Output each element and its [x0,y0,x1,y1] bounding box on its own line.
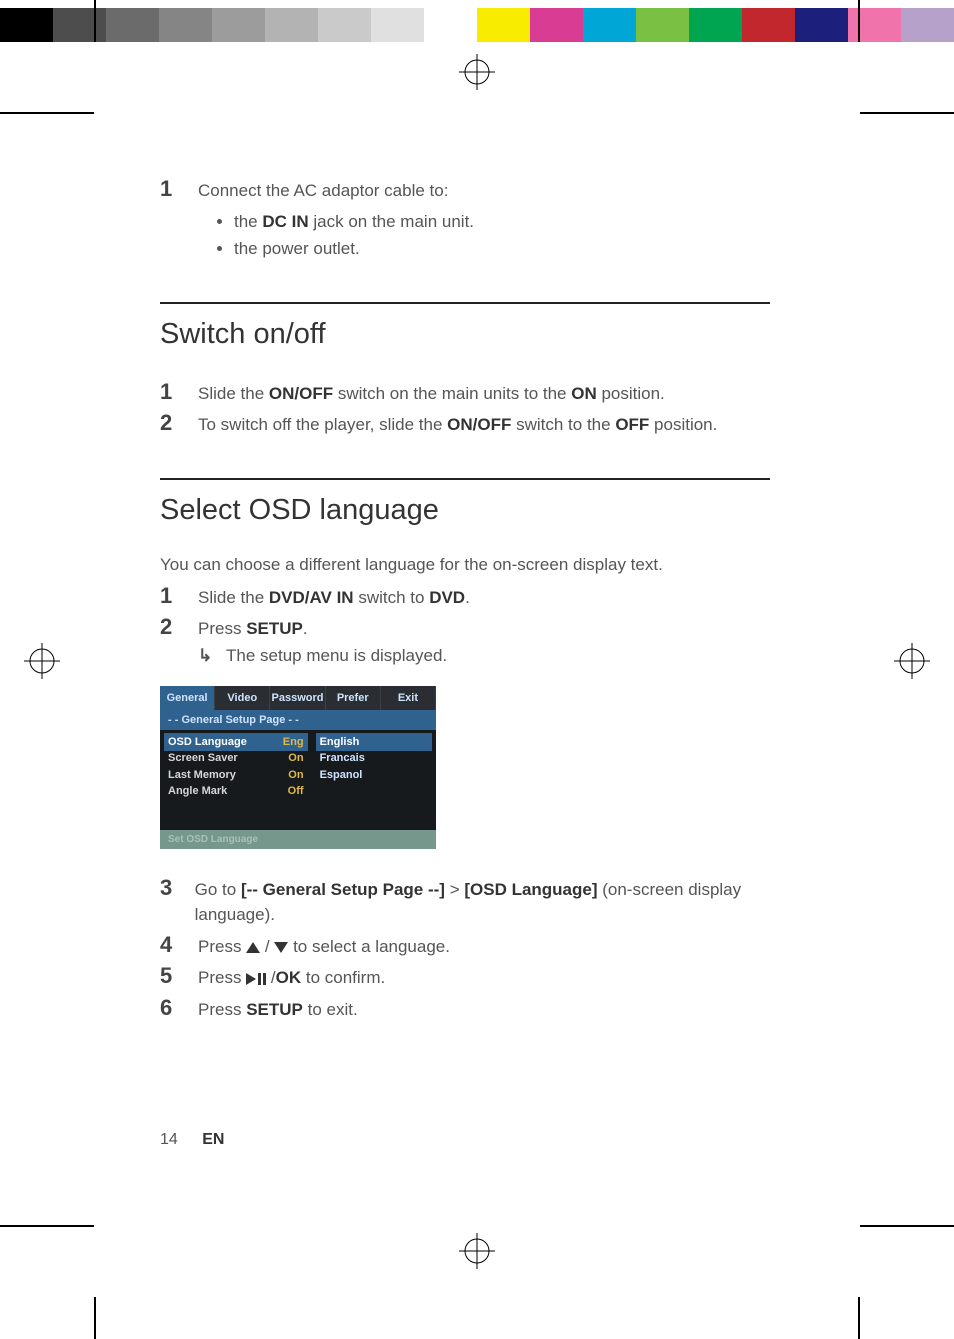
color-swatch [53,8,106,42]
result-arrow-icon: ↳ [198,646,226,666]
step-number: 5 [160,963,198,989]
color-swatch [106,8,159,42]
step-6: 6 Press SETUP to exit. [160,995,770,1023]
osd-tabs: GeneralVideoPasswordPreferExit [160,686,436,710]
color-swatch [159,8,212,42]
step-text: Press SETUP. [198,616,308,642]
osd-body: OSD LanguageEngScreen SaverOnLast Memory… [160,730,436,830]
crop-mark [94,1297,96,1339]
color-swatch [212,8,265,42]
section-intro: You can choose a different language for … [160,555,770,575]
step-number: 2 [160,614,198,640]
osd-tab: Prefer [326,686,381,710]
osd-setting-row: Angle MarkOff [168,783,304,800]
color-swatch [848,8,901,42]
osd-screenshot: GeneralVideoPasswordPreferExit - - Gener… [160,686,436,849]
step-number: 1 [160,583,198,609]
osd-option: English [316,733,432,752]
step-1: 1 Slide the DVD/AV IN switch to DVD. [160,583,770,611]
page-lang: EN [202,1131,224,1148]
crop-mark [0,1225,94,1227]
osd-option: Espanol [320,767,428,784]
registration-mark-icon [894,643,930,679]
section-divider [160,478,770,480]
color-swatch [371,8,424,42]
step-2: 2 Press SETUP. [160,614,770,642]
color-swatch [318,8,371,42]
step-4: 4 Press / to select a language. [160,932,770,960]
page-content: 1 Connect the AC adaptor cable to: the D… [160,176,770,1026]
osd-options-list: EnglishFrancaisEspanol [312,730,436,830]
crop-mark [94,0,96,42]
osd-tab: Exit [381,686,436,710]
color-swatch [530,8,583,42]
step-text: Press / to select a language. [198,934,450,960]
step-text: Go to [-- General Setup Page --] > [OSD … [195,877,770,928]
osd-setting-row: OSD LanguageEng [164,733,308,752]
crop-mark [0,112,94,114]
osd-settings-list: OSD LanguageEngScreen SaverOnLast Memory… [160,730,312,830]
step-1: 1 Connect the AC adaptor cable to: [160,176,770,204]
crop-mark [860,112,954,114]
color-swatch [265,8,318,42]
step-result: ↳ The setup menu is displayed. [160,646,770,666]
page-footer: 14 EN [160,1131,224,1149]
osd-setting-row: Last MemoryOn [168,767,304,784]
osd-option: Francais [320,750,428,767]
color-swatch [689,8,742,42]
step-5: 5 Press /OK to confirm. [160,963,770,991]
crop-mark [860,1225,954,1227]
step-text: Slide the ON/OFF switch on the main unit… [198,381,665,407]
crop-mark [858,1297,860,1339]
step-number: 2 [160,410,198,436]
step-number: 6 [160,995,198,1021]
section-divider [160,302,770,304]
step-3: 3 Go to [-- General Setup Page --] > [OS… [160,875,770,928]
section-heading-switch: Switch on/off [160,318,770,351]
step-number: 1 [160,176,198,202]
play-pause-icon [246,973,266,985]
color-swatch [583,8,636,42]
color-swatch [477,8,530,42]
osd-tab: General [160,686,215,710]
section-heading-osd: Select OSD language [160,494,770,527]
color-swatch [901,8,954,42]
color-swatch [636,8,689,42]
up-triangle-icon [246,942,260,953]
osd-footer: Set OSD Language [160,830,436,849]
step-number: 4 [160,932,198,958]
registration-mark-icon [459,54,495,90]
crop-mark [858,0,860,42]
step-text: Press SETUP to exit. [198,997,358,1023]
bullet-list: the DC IN jack on the main unit. the pow… [160,208,770,262]
step-text: Connect the AC adaptor cable to: [198,178,448,204]
page-number: 14 [160,1131,178,1148]
step-1: 1 Slide the ON/OFF switch on the main un… [160,379,770,407]
color-swatch [795,8,848,42]
registration-mark-icon [459,1233,495,1269]
osd-header: - - General Setup Page - - [160,710,436,730]
step-text: To switch off the player, slide the ON/O… [198,412,717,438]
step-number: 3 [160,875,195,901]
step-text: Slide the DVD/AV IN switch to DVD. [198,585,470,611]
color-swatch [0,8,53,42]
list-item: the power outlet. [234,235,770,262]
step-2: 2 To switch off the player, slide the ON… [160,410,770,438]
color-swatch [742,8,795,42]
print-color-bar [0,8,954,42]
list-item: the DC IN jack on the main unit. [234,208,770,235]
down-triangle-icon [274,942,288,953]
result-text: The setup menu is displayed. [226,646,447,666]
osd-setting-row: Screen SaverOn [168,750,304,767]
osd-tab: Video [215,686,270,710]
registration-mark-icon [24,643,60,679]
osd-tab: Password [270,686,325,710]
color-swatch [424,8,477,42]
step-text: Press /OK to confirm. [198,965,385,991]
step-number: 1 [160,379,198,405]
